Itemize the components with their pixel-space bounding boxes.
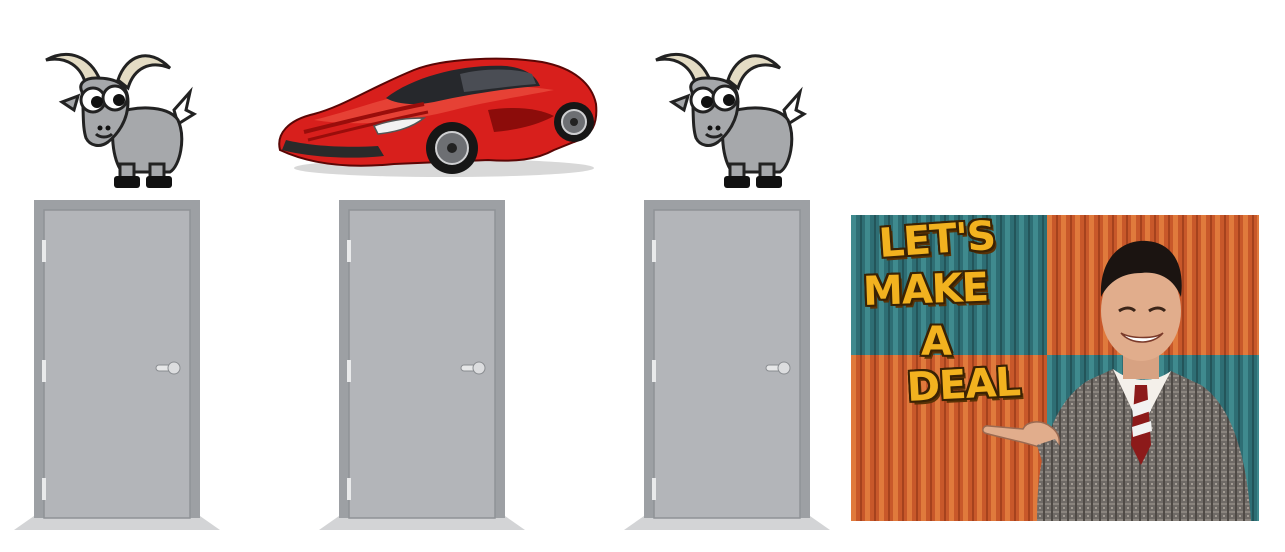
goat-prize-1: [38, 38, 198, 193]
car-prize: [274, 50, 599, 180]
show-photo: LET'S MAKE A DEAL: [851, 215, 1259, 521]
sports-car-icon: [278, 57, 598, 177]
door-icon: [624, 200, 830, 530]
door-icon: [319, 200, 525, 530]
goat-icon: [655, 53, 808, 188]
door-icon: [14, 200, 220, 530]
goat-prize-2: [648, 38, 808, 193]
door-1[interactable]: [14, 200, 220, 532]
goat-icon: [45, 53, 198, 188]
door-3[interactable]: [624, 200, 830, 532]
stage-curtain-image: [851, 215, 1259, 521]
door-2[interactable]: [319, 200, 525, 532]
